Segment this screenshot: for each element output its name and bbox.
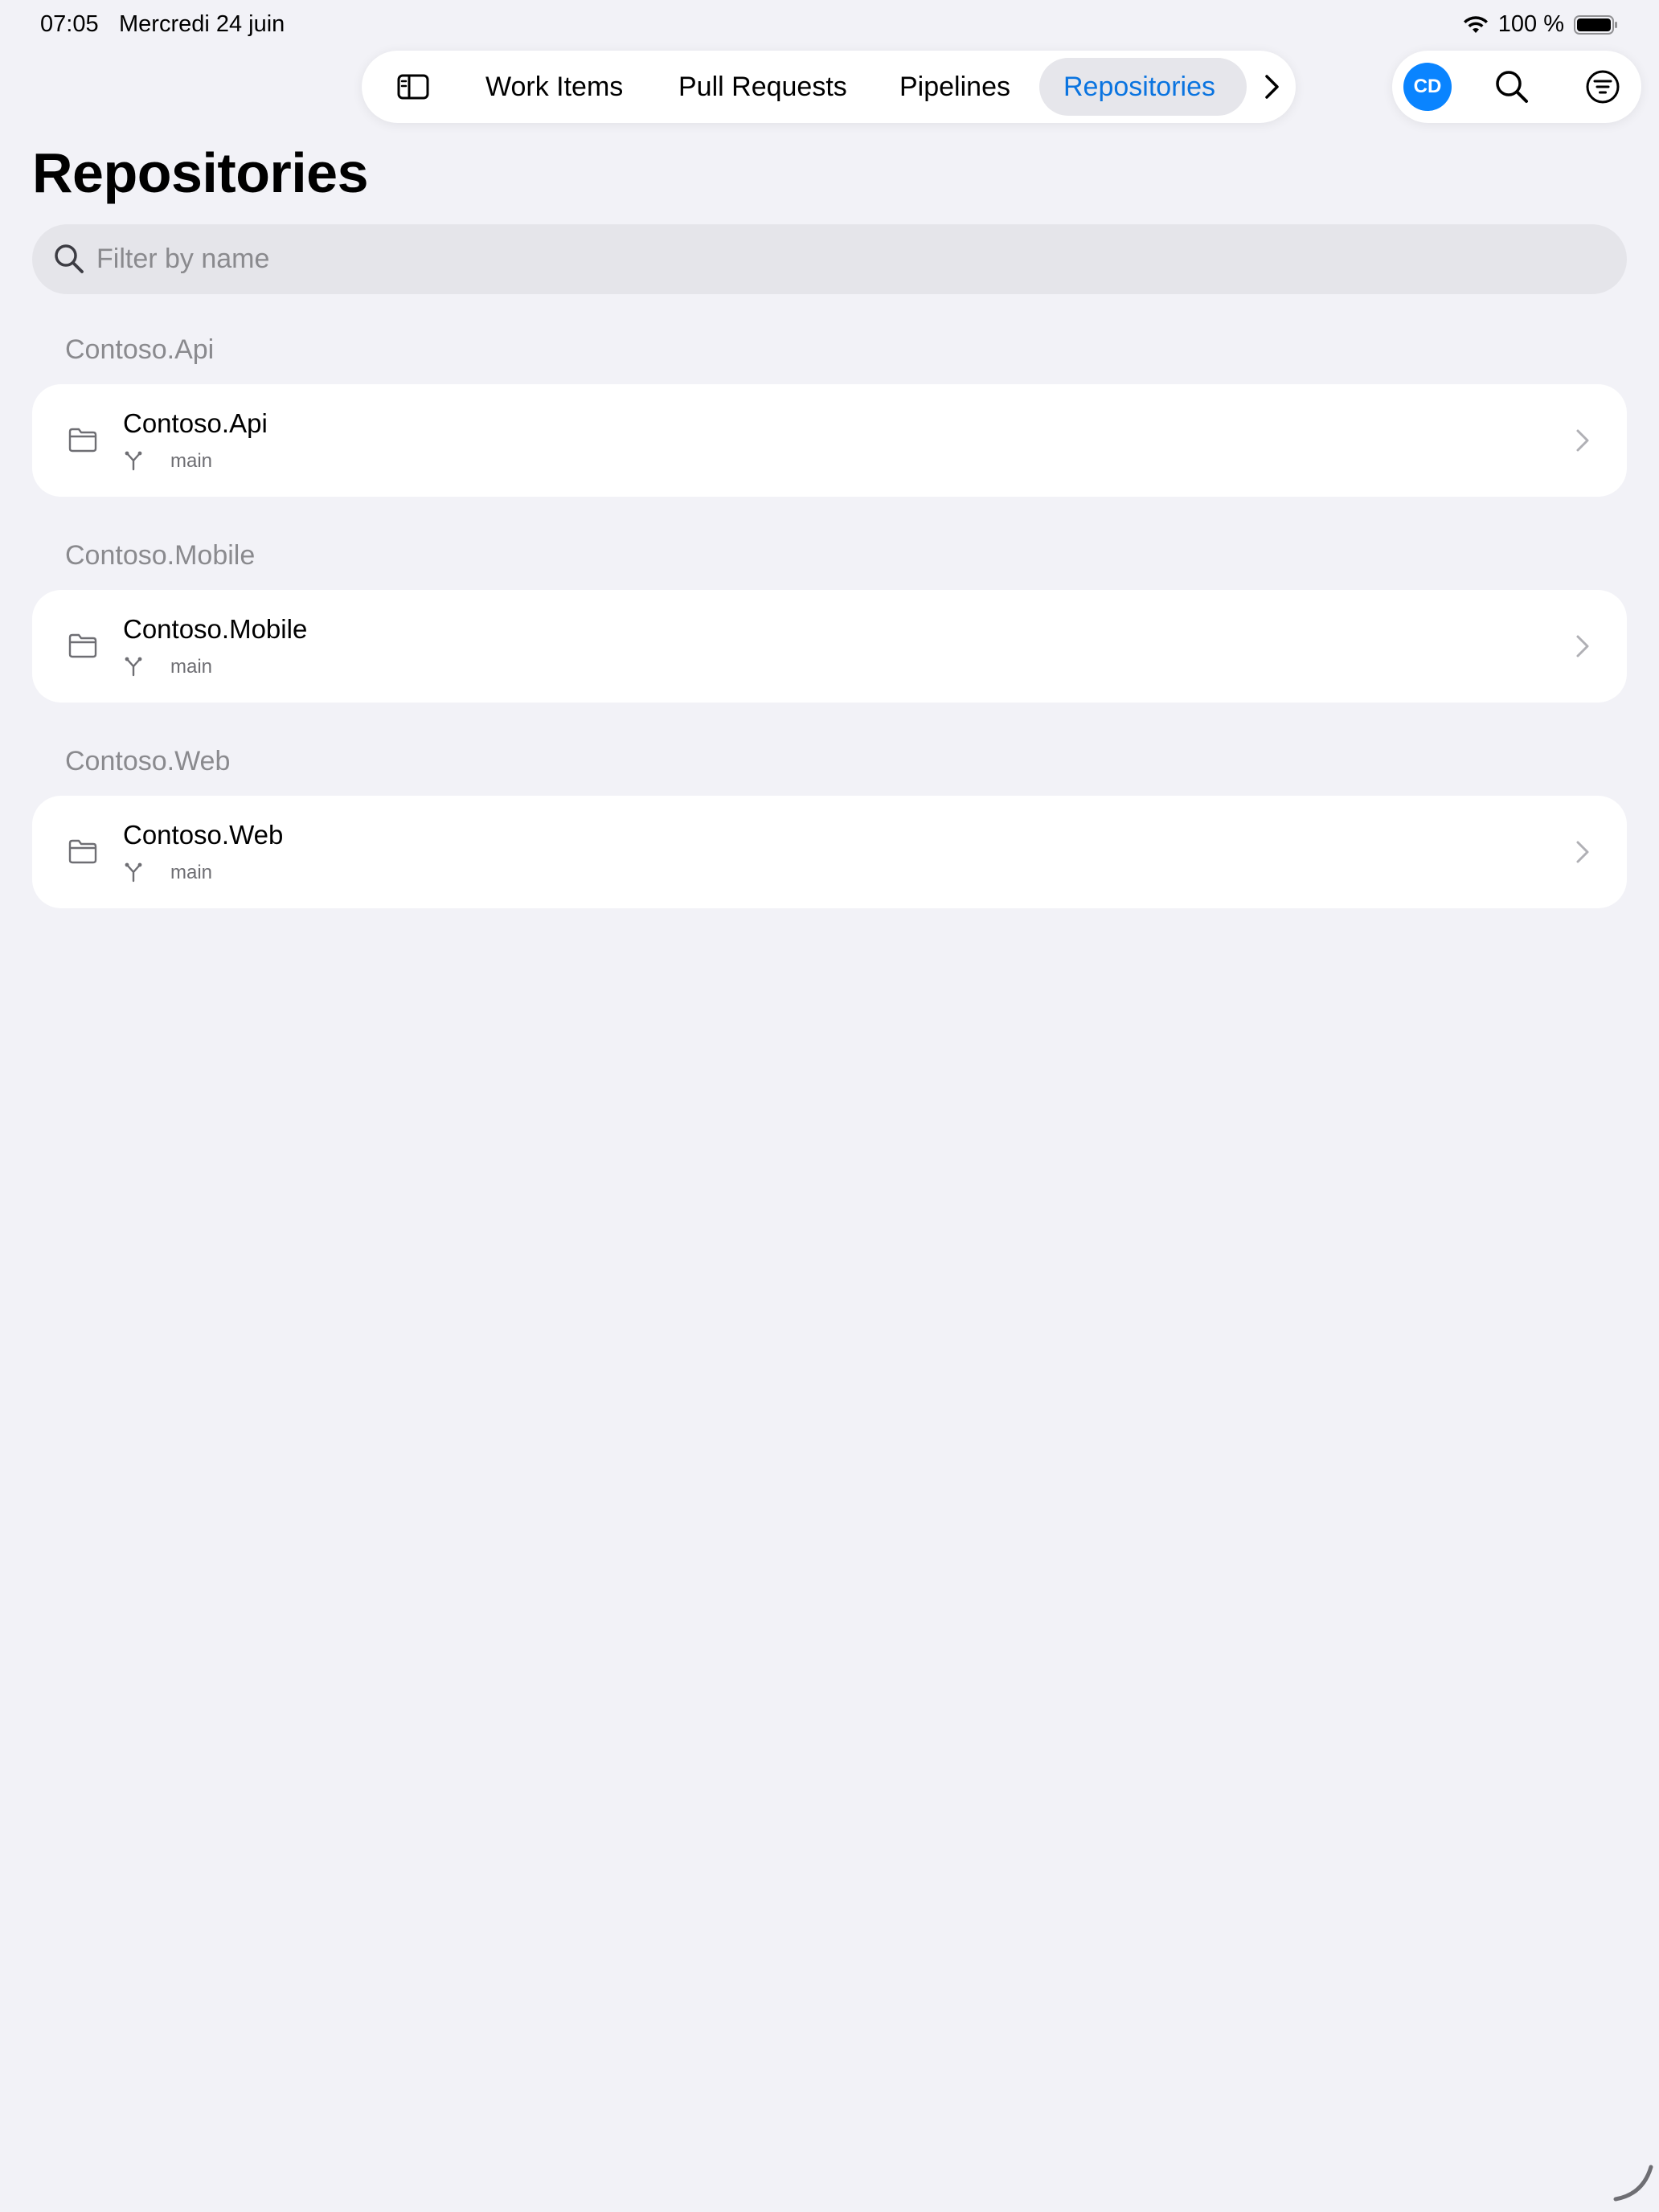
status-indicators: 100 % [1463,11,1619,38]
repo-name: Contoso.Web [123,820,284,850]
branch-name: main [170,450,213,472]
search-icon[interactable] [1494,69,1530,104]
tab-pipelines[interactable]: Pipelines [899,68,1010,105]
search-icon [55,244,84,273]
status-time: 07:05 [40,11,99,37]
resize-handle-icon[interactable] [1612,2164,1654,2202]
section-header: Contoso.Web [65,746,231,776]
branch-icon [125,657,142,677]
branch-name: main [170,656,213,678]
sidebar-toggle-icon[interactable] [397,71,429,103]
chevron-right-icon [1576,841,1589,863]
avatar[interactable]: CD [1403,63,1452,111]
search-input[interactable] [95,224,1591,294]
wifi-icon [1463,15,1488,33]
branch-name: main [170,862,213,883]
status-date: Mercredi 24 juin [119,11,285,37]
search-field[interactable] [32,224,1627,294]
chevron-right-icon[interactable] [1259,73,1286,100]
status-bar: 07:05 Mercredi 24 juin 100 % [0,0,1659,51]
folder-icon [68,839,97,864]
tab-bar: Work Items Pull Requests Pipelines Repos… [362,51,1296,123]
tab-work-items[interactable]: Work Items [485,68,623,105]
repo-row-contoso-api[interactable]: Contoso.Api main [32,384,1627,497]
filter-icon[interactable] [1585,69,1620,104]
chevron-right-icon [1576,429,1589,452]
chevron-right-icon [1576,635,1589,657]
right-toolbar: CD [1392,51,1641,123]
folder-icon [68,428,97,453]
repo-name: Contoso.Api [123,408,268,438]
battery-percent: 100 % [1497,11,1564,37]
branch-icon [125,862,142,883]
tab-repositories[interactable]: Repositories [1063,68,1215,105]
repo-row-contoso-mobile[interactable]: Contoso.Mobile main [32,590,1627,703]
section-header: Contoso.Api [65,334,215,365]
page-title: Repositories [32,141,369,204]
battery-icon [1574,14,1617,35]
repo-name: Contoso.Mobile [123,614,308,644]
branch-icon [125,451,142,471]
repo-row-contoso-web[interactable]: Contoso.Web main [32,796,1627,908]
tab-pull-requests[interactable]: Pull Requests [678,68,847,105]
section-header: Contoso.Mobile [65,540,256,571]
folder-icon [68,633,97,658]
